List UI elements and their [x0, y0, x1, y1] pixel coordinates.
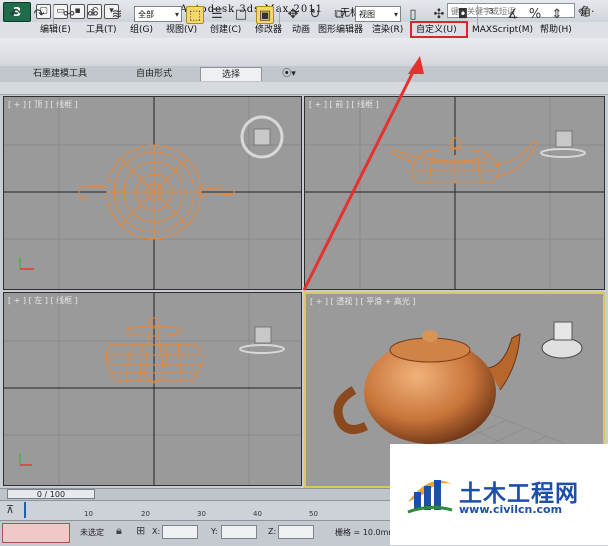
- viewcube-icon: [540, 130, 586, 158]
- menu-help[interactable]: 帮助(H): [540, 23, 572, 37]
- viewport-left-canvas: [4, 293, 301, 485]
- menu-modifiers[interactable]: 修改器: [255, 23, 282, 37]
- select-object-icon[interactable]: ⬚: [186, 6, 204, 24]
- maxscript-listener[interactable]: [2, 523, 70, 543]
- window-crossing-icon[interactable]: ▣: [256, 6, 274, 24]
- tab-graphite-modeling[interactable]: 石墨建模工具: [18, 67, 102, 81]
- selection-filter-value: 全部: [138, 10, 154, 19]
- tab-freeform[interactable]: 自由形式: [112, 67, 196, 81]
- watermark-url: www.civilcn.com: [459, 503, 563, 516]
- axis-tripod-icon: [19, 257, 34, 270]
- viewcube-icon: [240, 115, 284, 159]
- timeline-tick: 40: [253, 510, 262, 518]
- select-and-link-icon[interactable]: ⚯: [60, 6, 78, 24]
- unlink-selection-icon[interactable]: ⚮: [84, 6, 102, 24]
- track-bar-icon[interactable]: ⊼: [6, 503, 14, 516]
- lock-icon[interactable]: 🔒︎: [116, 524, 122, 538]
- select-and-rotate-icon[interactable]: ↻: [306, 6, 324, 24]
- viewport-front[interactable]: [ + ] [ 前 ] [ 线框 ]: [304, 96, 605, 290]
- percent-snap-icon[interactable]: %: [526, 6, 544, 24]
- axis-tripod-icon: [19, 453, 32, 466]
- time-marker: [24, 502, 26, 518]
- time-slider[interactable]: 0 / 100: [7, 489, 95, 499]
- menu-edit[interactable]: 编辑(E): [40, 23, 71, 37]
- menu-create[interactable]: 创建(C): [210, 23, 241, 37]
- grid-size: 栅格 = 10.0mm: [335, 528, 397, 537]
- menu-tools[interactable]: 工具(T): [86, 23, 117, 37]
- selection-filter-dropdown[interactable]: 全部 ▾: [134, 6, 182, 22]
- undo-icon[interactable]: ↶: [6, 6, 24, 24]
- timeline-tick: 50: [309, 510, 318, 518]
- absolute-mode-icon[interactable]: ⊞: [136, 524, 145, 537]
- chevron-down-icon: ▾: [174, 10, 179, 19]
- menu-graph-editors[interactable]: 图形编辑器: [318, 23, 363, 37]
- viewcube-icon: [541, 321, 583, 359]
- y-coordinate-field[interactable]: [221, 525, 257, 539]
- edit-named-selection-icon[interactable]: ✎: [574, 6, 592, 24]
- viewport-left[interactable]: [ + ] [ 左 ] [ 线框 ]: [3, 292, 302, 486]
- chevron-down-icon: ▾: [393, 10, 398, 19]
- timeline-tick: 10: [84, 510, 93, 518]
- menu-animation[interactable]: 动画: [292, 23, 310, 37]
- menu-rendering[interactable]: 渲染(R): [372, 23, 403, 37]
- select-by-name-icon[interactable]: ☰: [208, 6, 226, 24]
- snaps-toggle-icon[interactable]: ³: [482, 6, 500, 24]
- timeline-tick: 30: [197, 510, 206, 518]
- x-label: X:: [152, 527, 161, 536]
- z-label: Z:: [268, 527, 277, 536]
- viewport-front-canvas: [305, 97, 604, 289]
- redo-icon[interactable]: ↷: [30, 6, 48, 24]
- rectangular-selection-icon[interactable]: □: [232, 6, 250, 24]
- select-and-manipulate-icon[interactable]: ✣: [430, 6, 448, 24]
- y-label: Y:: [211, 527, 218, 536]
- main-toolbar: [0, 38, 608, 67]
- select-and-scale-icon[interactable]: ⧉: [330, 6, 348, 24]
- spinner-snap-icon[interactable]: ⇕: [548, 6, 566, 24]
- toolbar-separator: [477, 5, 478, 25]
- z-coordinate-field[interactable]: [278, 525, 314, 539]
- viewcube-icon: [239, 326, 285, 354]
- timeline-tick: 20: [141, 510, 150, 518]
- track-bar[interactable]: [0, 500, 390, 521]
- viewport-top-canvas: [4, 97, 301, 289]
- ribbon-options-icon[interactable]: ⦿▾: [278, 67, 300, 81]
- tab-selection[interactable]: 选择: [200, 67, 262, 81]
- toolbar-separator: [53, 5, 54, 25]
- toolbar-separator: [279, 5, 280, 25]
- teapot-rendered: [333, 330, 521, 444]
- civilcn-logo: [407, 480, 453, 514]
- reference-coordinate-value: 视图: [359, 10, 375, 19]
- viewport-top[interactable]: [ + ] [ 顶 ] [ 线框 ]: [3, 96, 302, 290]
- angle-snap-icon[interactable]: ∡: [504, 6, 522, 24]
- ribbon-panel-strip: [0, 82, 608, 95]
- menu-views[interactable]: 视图(V): [166, 23, 197, 37]
- reference-coordinate-dropdown[interactable]: 视图 ▾: [355, 6, 401, 22]
- use-pivot-center-icon[interactable]: ▯: [404, 6, 422, 24]
- select-and-move-icon[interactable]: ✥: [284, 6, 302, 24]
- keyboard-shortcut-override-icon[interactable]: ◘: [454, 6, 472, 24]
- menu-maxscript[interactable]: MAXScript(M): [472, 23, 533, 37]
- x-coordinate-field[interactable]: [162, 525, 198, 539]
- menu-group[interactable]: 组(G): [130, 23, 153, 37]
- selection-status: 未选定: [80, 528, 104, 537]
- bind-to-space-warp-icon[interactable]: ≋: [108, 6, 126, 24]
